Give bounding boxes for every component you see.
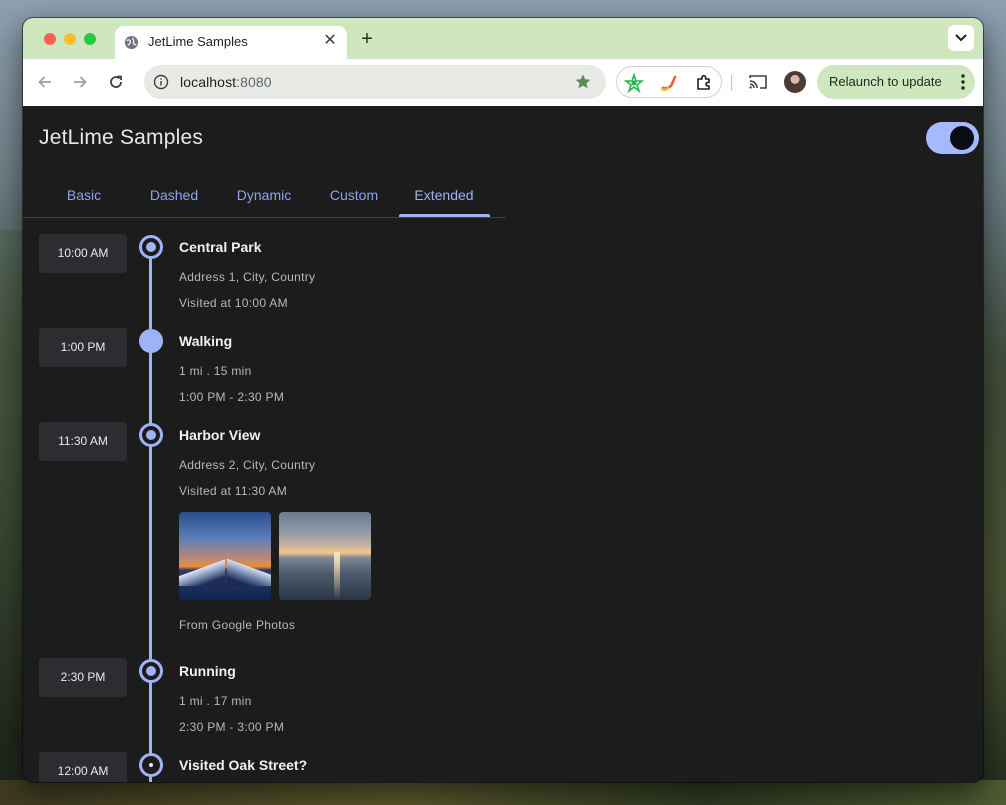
info-icon[interactable] bbox=[153, 74, 169, 90]
time-chip: 10:00 AM bbox=[39, 234, 127, 273]
timeline-node bbox=[139, 235, 163, 259]
url-port: :8080 bbox=[236, 74, 272, 90]
back-button[interactable] bbox=[34, 71, 56, 93]
cast-icon[interactable] bbox=[748, 73, 768, 91]
sample-tabs: Basic Dashed Dynamic Custom Extended bbox=[23, 176, 506, 218]
timeline-rail bbox=[149, 241, 152, 782]
toolbar-separator bbox=[731, 75, 732, 91]
tab-extended[interactable]: Extended bbox=[399, 176, 489, 218]
event-title: Running bbox=[179, 663, 236, 679]
back-arrow-icon bbox=[38, 76, 51, 88]
time-chip: 12:00 AM bbox=[39, 752, 127, 782]
event-detail: Visited at 11:30 AM bbox=[179, 484, 287, 498]
event-detail: Address 2, City, Country bbox=[179, 458, 316, 472]
tab-custom[interactable]: Custom bbox=[309, 176, 399, 218]
page-title: JetLime Samples bbox=[39, 126, 204, 149]
photo-thumbnail[interactable] bbox=[179, 512, 271, 600]
time-chip: 2:30 PM bbox=[39, 658, 127, 697]
address-bar[interactable]: localhost:8080 bbox=[144, 65, 606, 99]
tab-title: JetLime Samples bbox=[148, 34, 248, 49]
timeline-node bbox=[139, 659, 163, 683]
plus-icon[interactable]: + bbox=[356, 28, 378, 50]
browser-toolbar: localhost:8080 Relaunch to update bbox=[23, 59, 983, 106]
photo-strip bbox=[179, 512, 379, 600]
zoom-window-button[interactable] bbox=[84, 33, 96, 45]
toggle-knob bbox=[950, 126, 974, 150]
event-title: Harbor View bbox=[179, 427, 261, 443]
browser-window: JetLime Samples ✕ + localhost:8080 Relau… bbox=[23, 18, 983, 782]
time-chip: 1:00 PM bbox=[39, 328, 127, 367]
event-detail: Address 1, City, Country bbox=[179, 270, 316, 284]
tab-basic[interactable]: Basic bbox=[39, 176, 129, 218]
browser-tab[interactable]: JetLime Samples ✕ bbox=[115, 26, 347, 59]
event-detail: 1 mi . 17 min bbox=[179, 694, 252, 708]
url-text[interactable]: localhost:8080 bbox=[180, 74, 272, 90]
forward-button[interactable] bbox=[69, 71, 91, 93]
globe-icon bbox=[124, 35, 139, 50]
brush-extension-icon[interactable] bbox=[659, 73, 679, 93]
page-content: JetLime Samples Basic Dashed Dynamic Cus… bbox=[23, 106, 983, 782]
timeline: 10:00 AM Central Park Address 1, City, C… bbox=[23, 219, 983, 782]
profile-avatar[interactable] bbox=[784, 71, 806, 93]
tab-dynamic[interactable]: Dynamic bbox=[219, 176, 309, 218]
reload-icon bbox=[110, 75, 122, 88]
event-detail: 1:00 PM - 2:30 PM bbox=[179, 390, 285, 404]
event-detail: 1 mi . 15 min bbox=[179, 364, 252, 378]
reload-button[interactable] bbox=[105, 71, 127, 93]
star-icon[interactable] bbox=[574, 73, 592, 91]
tab-strip: JetLime Samples ✕ + bbox=[23, 18, 983, 59]
event-detail: Visited at 10:00 AM bbox=[179, 296, 288, 310]
relaunch-label: Relaunch to update bbox=[829, 74, 942, 89]
green-star-extension-icon[interactable] bbox=[624, 73, 644, 93]
photos-caption: From Google Photos bbox=[179, 618, 296, 632]
tab-search-button[interactable] bbox=[948, 25, 974, 51]
event-title: Visited Oak Street? bbox=[179, 757, 308, 773]
minimize-window-button[interactable] bbox=[64, 33, 76, 45]
time-chip: 11:30 AM bbox=[39, 422, 127, 461]
close-icon[interactable]: ✕ bbox=[320, 31, 340, 51]
active-tab-indicator bbox=[399, 214, 490, 217]
timeline-node bbox=[139, 753, 163, 777]
extension-puzzle-icon[interactable] bbox=[694, 73, 714, 93]
tab-dashed[interactable]: Dashed bbox=[129, 176, 219, 218]
desktop-wallpaper-ground bbox=[0, 780, 1006, 805]
extensions-group bbox=[616, 66, 722, 98]
photo-thumbnail[interactable] bbox=[279, 512, 371, 600]
event-detail: 2:30 PM - 3:00 PM bbox=[179, 720, 285, 734]
dark-mode-toggle[interactable] bbox=[926, 122, 979, 154]
relaunch-button[interactable]: Relaunch to update bbox=[817, 65, 975, 99]
timeline-node bbox=[139, 423, 163, 447]
event-title: Central Park bbox=[179, 239, 262, 255]
url-host: localhost bbox=[180, 74, 237, 90]
chevron-down-icon bbox=[955, 34, 967, 42]
timeline-node bbox=[139, 329, 163, 353]
forward-arrow-icon bbox=[74, 76, 87, 88]
more-vert-icon[interactable] bbox=[961, 73, 965, 91]
event-title: Walking bbox=[179, 333, 233, 349]
close-window-button[interactable] bbox=[44, 33, 56, 45]
